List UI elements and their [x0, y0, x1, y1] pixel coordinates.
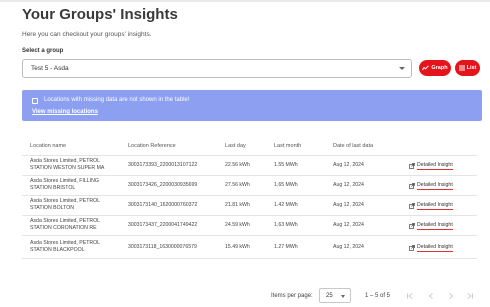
row-divider [22, 258, 477, 259]
row-divider [22, 195, 477, 196]
table-header-divider [22, 155, 477, 156]
page-title: Your Groups' Insights [22, 6, 178, 23]
items-per-page-value: 25 [326, 293, 333, 299]
list-view-button[interactable]: List [455, 60, 480, 76]
row-date-of-last-data: Aug 12, 2024 [333, 222, 364, 228]
banner-message: Locations with missing data are not show… [44, 97, 190, 103]
row-location-name: STATION WESTON SUPER MA [30, 165, 105, 171]
row-date-of-last-data: Aug 12, 2024 [333, 182, 364, 188]
detailed-insight-link[interactable]: Detailed Insight [409, 182, 453, 190]
detailed-insight-label: Detailed Insight [417, 244, 453, 252]
external-link-icon [409, 163, 415, 169]
column-header-last-month: Last month [274, 143, 302, 149]
top-divider [0, 0, 490, 2]
list-icon [458, 65, 465, 71]
last-page-icon[interactable] [465, 291, 475, 301]
column-header-date-of-last-data: Date of last data [333, 143, 374, 149]
detailed-insight-link[interactable]: Detailed Insight [409, 244, 453, 252]
group-select-label: Select a group [22, 48, 64, 54]
list-view-label: List [466, 65, 477, 71]
row-location-name: STATION BOLTON [30, 205, 74, 211]
row-location-name: Asda Stores Limited, PETROL [30, 240, 101, 246]
row-last-month: 1.63 MWh [274, 222, 298, 228]
first-page-icon[interactable] [405, 291, 415, 301]
row-last-month: 1.42 MWh [274, 202, 298, 208]
items-per-page-label: Items per page: [271, 293, 313, 299]
column-header-last-day: Last day [225, 143, 246, 149]
items-per-page-select[interactable]: 25 [319, 288, 351, 303]
row-location-name: Asda Stores Limited, FILLING [30, 178, 99, 184]
row-last-month: 1.55 MWh [274, 162, 298, 168]
row-date-of-last-data: Aug 12, 2024 [333, 244, 364, 250]
pagination-range: 1 – 5 of 5 [365, 293, 391, 299]
row-last-day: 15.49 kWh [225, 244, 250, 250]
graph-icon [422, 65, 430, 71]
chevron-down-icon [399, 67, 405, 70]
row-location-name: STATION CORONATION RE [30, 225, 97, 231]
row-last-day: 27.56 kWh [225, 182, 250, 188]
next-page-icon[interactable] [446, 291, 456, 301]
row-last-day: 24.59 kWh [225, 222, 250, 228]
prev-page-icon[interactable] [426, 291, 436, 301]
view-missing-locations-link[interactable]: View missing locations [32, 109, 98, 115]
external-link-icon [409, 223, 415, 229]
detailed-insight-label: Detailed Insight [417, 202, 453, 210]
row-last-day: 22.56 kWh [225, 162, 250, 168]
row-date-of-last-data: Aug 12, 2024 [333, 162, 364, 168]
page-subtitle: Here you can checkout your groups' insig… [22, 31, 152, 38]
row-divider [22, 235, 477, 236]
row-location-name: STATION BLACKPOOL [30, 247, 85, 253]
detailed-insight-label: Detailed Insight [417, 222, 453, 230]
row-location-reference: 3003173426_2200030935699 [128, 182, 198, 188]
detailed-insight-label: Detailed Insight [417, 162, 453, 170]
column-header-location-name: Location name [30, 143, 67, 149]
row-date-of-last-data: Aug 12, 2024 [333, 202, 364, 208]
row-divider [22, 175, 477, 176]
row-last-day: 21.81 kWh [225, 202, 250, 208]
banner-checkbox[interactable] [32, 98, 38, 104]
row-location-name: Asda Stores Limited, PETROL [30, 218, 101, 224]
row-last-month: 1.65 MWh [274, 182, 298, 188]
row-location-reference: 3003173118_1630000076579 [128, 244, 197, 250]
detailed-insight-link[interactable]: Detailed Insight [409, 222, 453, 230]
chevron-down-icon [341, 295, 345, 298]
external-link-icon [409, 203, 415, 209]
row-location-name: Asda Stores Limited, PETROL [30, 158, 101, 164]
row-location-reference: 3003173437_2200041749422 [128, 222, 198, 228]
missing-data-banner: Locations with missing data are not show… [22, 90, 482, 121]
graph-view-label: Graph [431, 65, 448, 71]
row-divider [22, 215, 477, 216]
external-link-icon [409, 183, 415, 189]
detailed-insight-link[interactable]: Detailed Insight [409, 202, 453, 210]
graph-view-button[interactable]: Graph [419, 60, 451, 76]
row-last-month: 1.27 MWh [274, 244, 298, 250]
group-select-value: Test 5 - Asda [31, 65, 69, 72]
group-select[interactable]: Test 5 - Asda [22, 59, 412, 78]
column-header-location-reference: Location Reference [128, 143, 176, 149]
row-location-name: Asda Stores Limited, PETROL [30, 198, 101, 204]
external-link-icon [409, 245, 415, 251]
row-location-name: STATION BRISTOL [30, 185, 76, 191]
row-location-reference: 3003173140_1620000760372 [128, 202, 198, 208]
row-location-reference: 3003173393_2200013107122 [128, 162, 198, 168]
detailed-insight-label: Detailed Insight [417, 182, 453, 190]
detailed-insight-link[interactable]: Detailed Insight [409, 162, 453, 170]
